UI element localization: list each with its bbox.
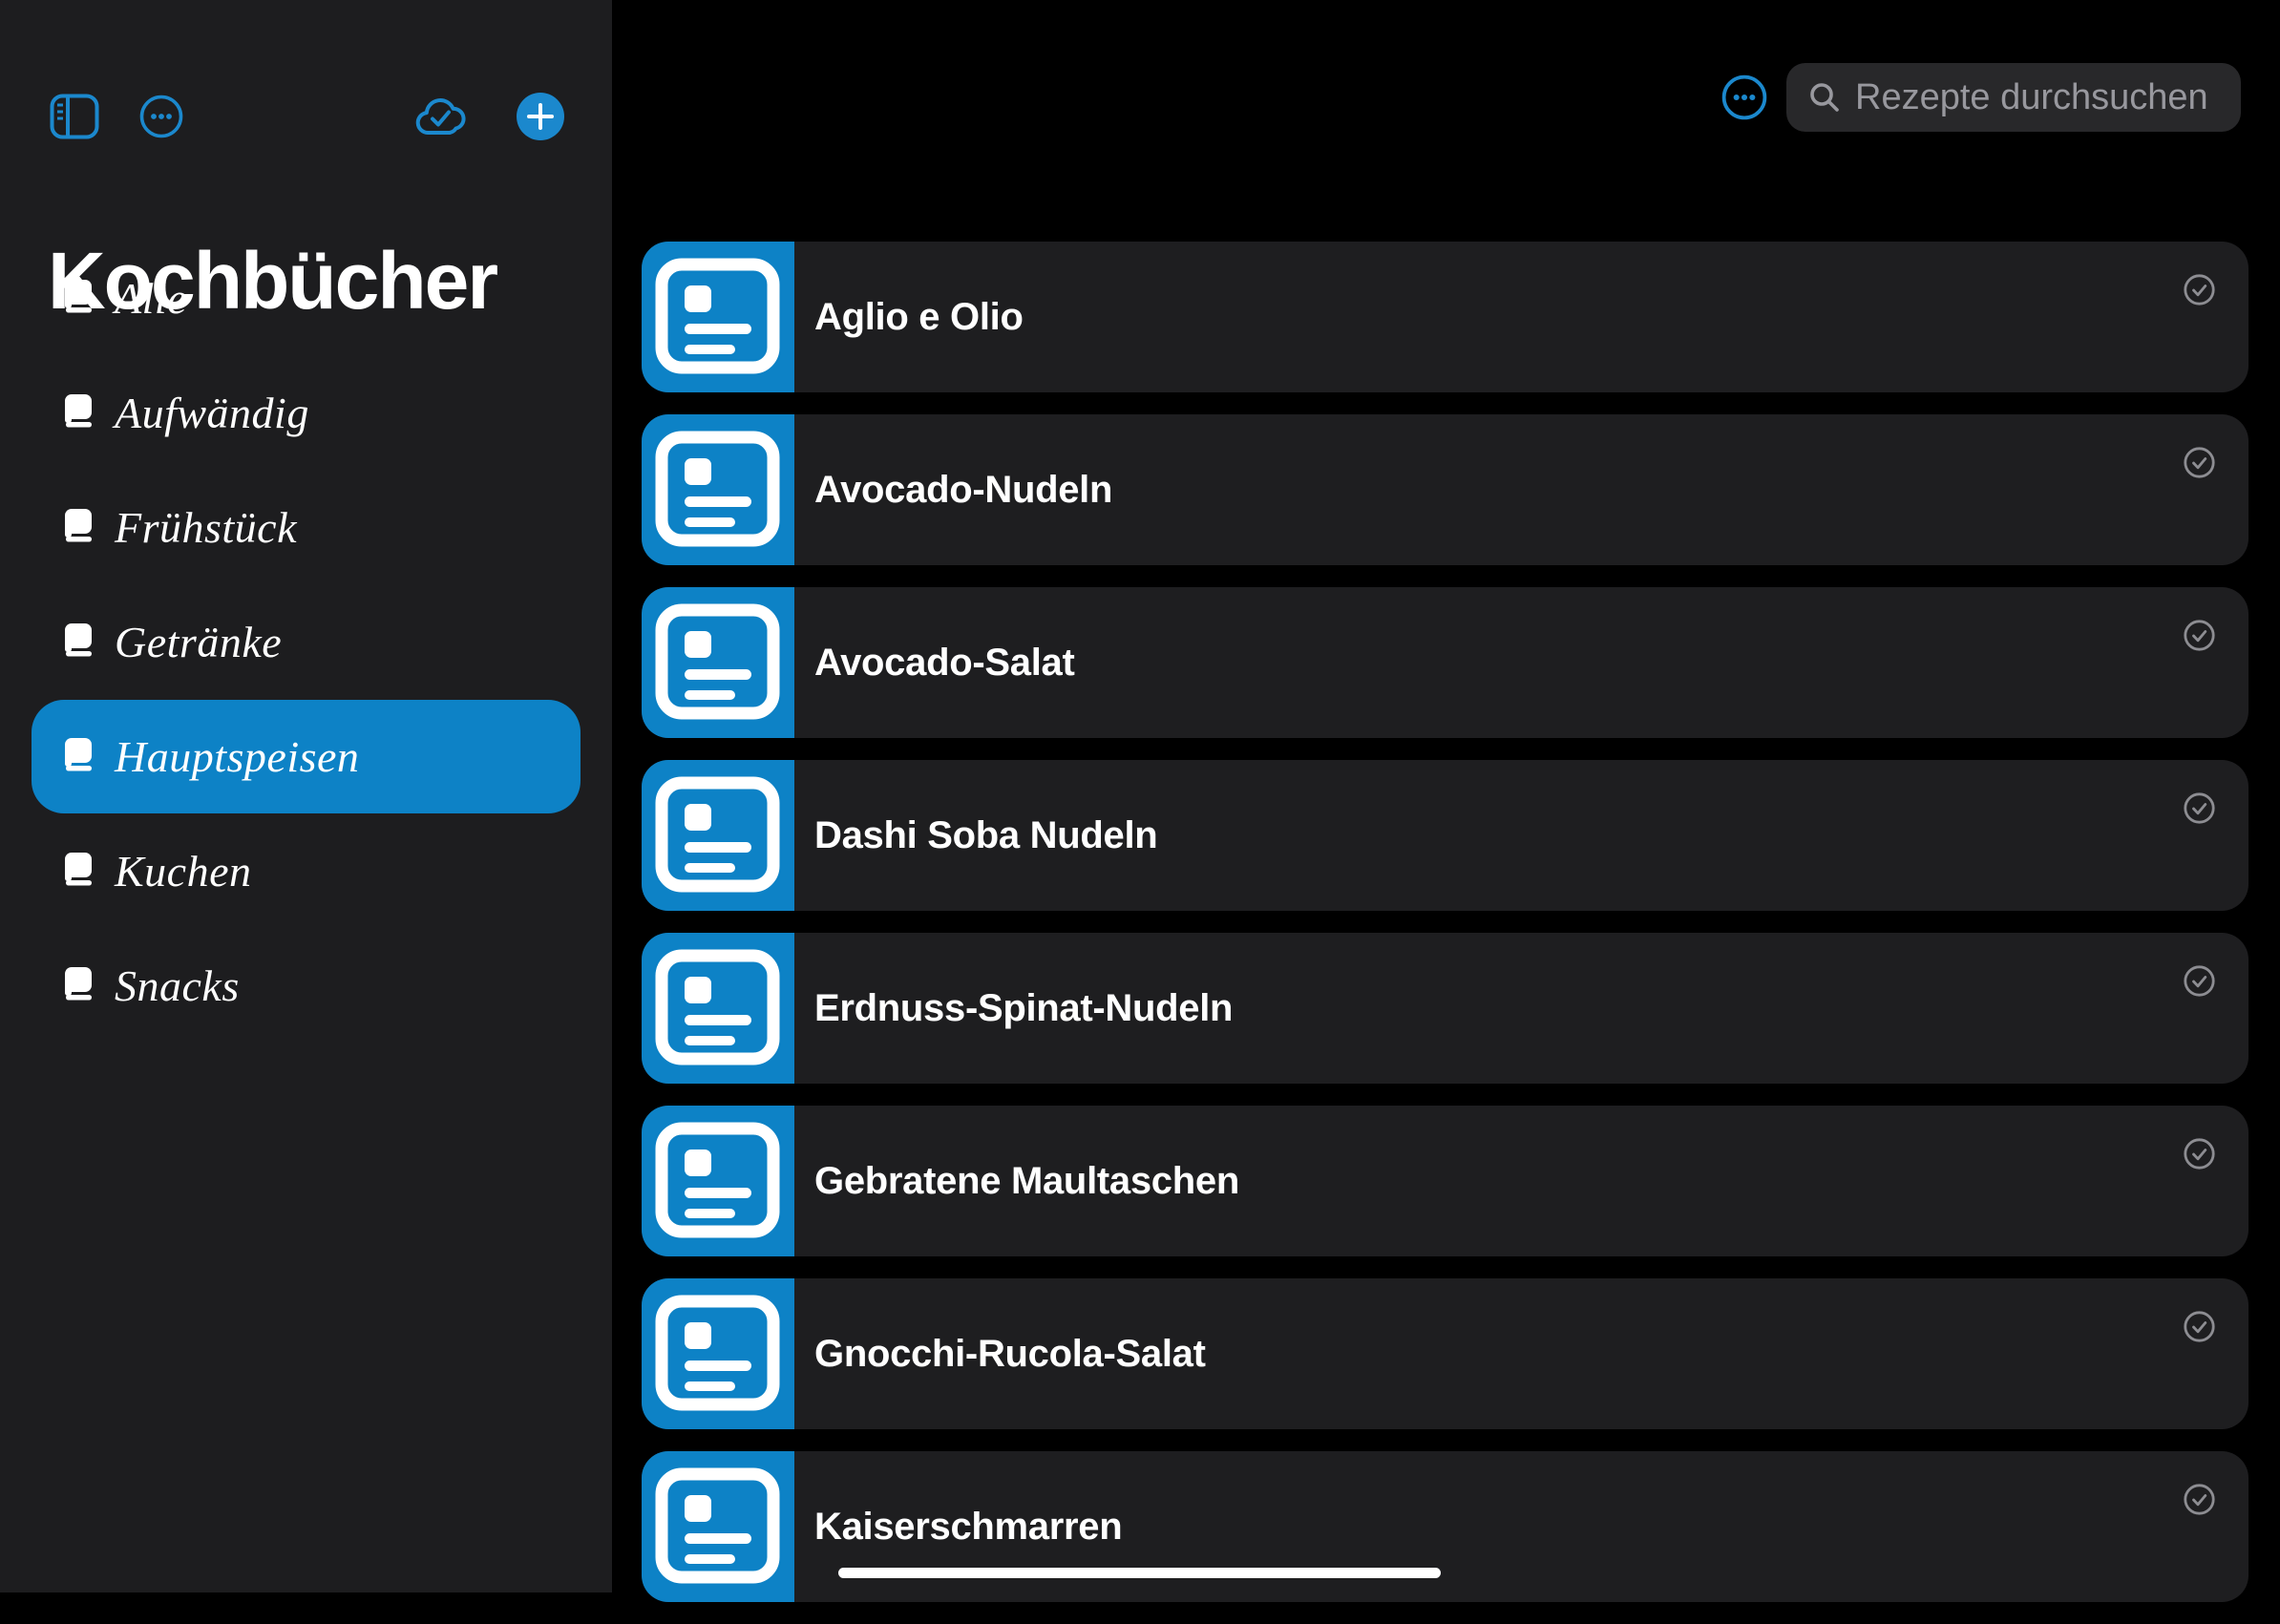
recipe-card-icon — [642, 414, 794, 565]
recipe-card-icon — [642, 242, 794, 392]
cookbook-list: Alle Aufwändig Frühstück — [0, 242, 612, 1044]
book-icon — [64, 393, 93, 432]
sidebar-item-aufwändig[interactable]: Aufwändig — [32, 356, 581, 470]
recipe-card-icon — [642, 1106, 794, 1256]
book-icon — [64, 279, 93, 318]
sidebar-item-label: Getränke — [115, 617, 282, 667]
sidebar-item-label: Hauptspeisen — [115, 731, 359, 782]
recipe-row[interactable]: Gebratene Maultaschen — [642, 1106, 2248, 1256]
add-icon[interactable] — [517, 93, 564, 140]
sidebar-toolbar — [0, 92, 612, 141]
recipe-row[interactable]: Avocado-Nudeln — [642, 414, 2248, 565]
sidebar-item-hauptspeisen[interactable]: Hauptspeisen — [32, 700, 581, 813]
recipe-card-icon — [642, 933, 794, 1084]
check-circle-icon[interactable] — [2184, 1484, 2215, 1515]
search-field[interactable] — [1786, 63, 2241, 132]
search-icon — [1807, 80, 1842, 115]
check-circle-icon[interactable] — [2184, 447, 2215, 478]
sidebar-item-label: Alle — [115, 273, 187, 324]
check-circle-icon[interactable] — [2184, 620, 2215, 651]
check-circle-icon[interactable] — [2184, 274, 2215, 306]
sidebar-item-kuchen[interactable]: Kuchen — [32, 814, 581, 928]
recipe-name: Kaiserschmarren — [814, 1451, 1122, 1602]
recipe-row[interactable]: Kaiserschmarren — [642, 1451, 2248, 1602]
sidebar-item-label: Kuchen — [115, 846, 252, 896]
recipe-card-icon — [642, 760, 794, 911]
sidebar-item-label: Snacks — [115, 960, 240, 1011]
check-circle-icon[interactable] — [2184, 1311, 2215, 1342]
recipe-row[interactable]: Gnocchi-Rucola-Salat — [642, 1278, 2248, 1429]
recipe-row[interactable]: Aglio e Olio — [642, 242, 2248, 392]
sidebar-item-alle[interactable]: Alle — [32, 242, 581, 355]
recipe-card-icon — [642, 1451, 794, 1602]
recipe-row[interactable]: Avocado-Salat — [642, 587, 2248, 738]
sidebar-item-snacks[interactable]: Snacks — [32, 929, 581, 1043]
search-input[interactable] — [1853, 76, 2220, 119]
recipe-name: Gebratene Maultaschen — [814, 1106, 1239, 1256]
cloud-check-icon[interactable] — [413, 95, 467, 140]
recipe-row[interactable]: Dashi Soba Nudeln — [642, 760, 2248, 911]
app-screen: { "status_bar": { "battery_percent": "82… — [0, 0, 2280, 1592]
recipe-row[interactable]: Erdnuss-Spinat-Nudeln — [642, 933, 2248, 1084]
book-icon — [64, 966, 93, 1005]
sidebar-item-label: Frühstück — [115, 502, 297, 553]
book-icon — [64, 622, 93, 662]
recipe-name: Dashi Soba Nudeln — [814, 760, 1157, 911]
sidebar-toggle-icon[interactable] — [50, 94, 99, 142]
check-circle-icon[interactable] — [2184, 1138, 2215, 1170]
recipe-name: Gnocchi-Rucola-Salat — [814, 1278, 1206, 1429]
ellipsis-circle-icon[interactable] — [139, 95, 183, 141]
recipe-name: Erdnuss-Spinat-Nudeln — [814, 933, 1233, 1084]
check-circle-icon[interactable] — [2184, 792, 2215, 824]
book-icon — [64, 852, 93, 891]
sidebar-item-label: Aufwändig — [115, 388, 309, 438]
home-indicator[interactable] — [838, 1568, 1441, 1578]
recipe-list: Aglio e Olio Avocado-Nudeln — [642, 242, 2248, 1624]
recipe-name: Avocado-Salat — [814, 587, 1074, 738]
book-icon — [64, 737, 93, 776]
ellipsis-circle-icon[interactable] — [1721, 74, 1767, 120]
sidebar: Kochbücher Alle Aufwändig — [0, 0, 612, 1592]
recipe-card-icon — [642, 1278, 794, 1429]
sidebar-item-frühstück[interactable]: Frühstück — [32, 471, 581, 584]
recipe-card-icon — [642, 587, 794, 738]
recipe-name: Aglio e Olio — [814, 242, 1024, 392]
sidebar-item-getränke[interactable]: Getränke — [32, 585, 581, 699]
check-circle-icon[interactable] — [2184, 965, 2215, 997]
main-panel: Hauptspeisen Aglio e Olio — [612, 0, 2280, 1592]
book-icon — [64, 508, 93, 547]
recipe-name: Avocado-Nudeln — [814, 414, 1112, 565]
